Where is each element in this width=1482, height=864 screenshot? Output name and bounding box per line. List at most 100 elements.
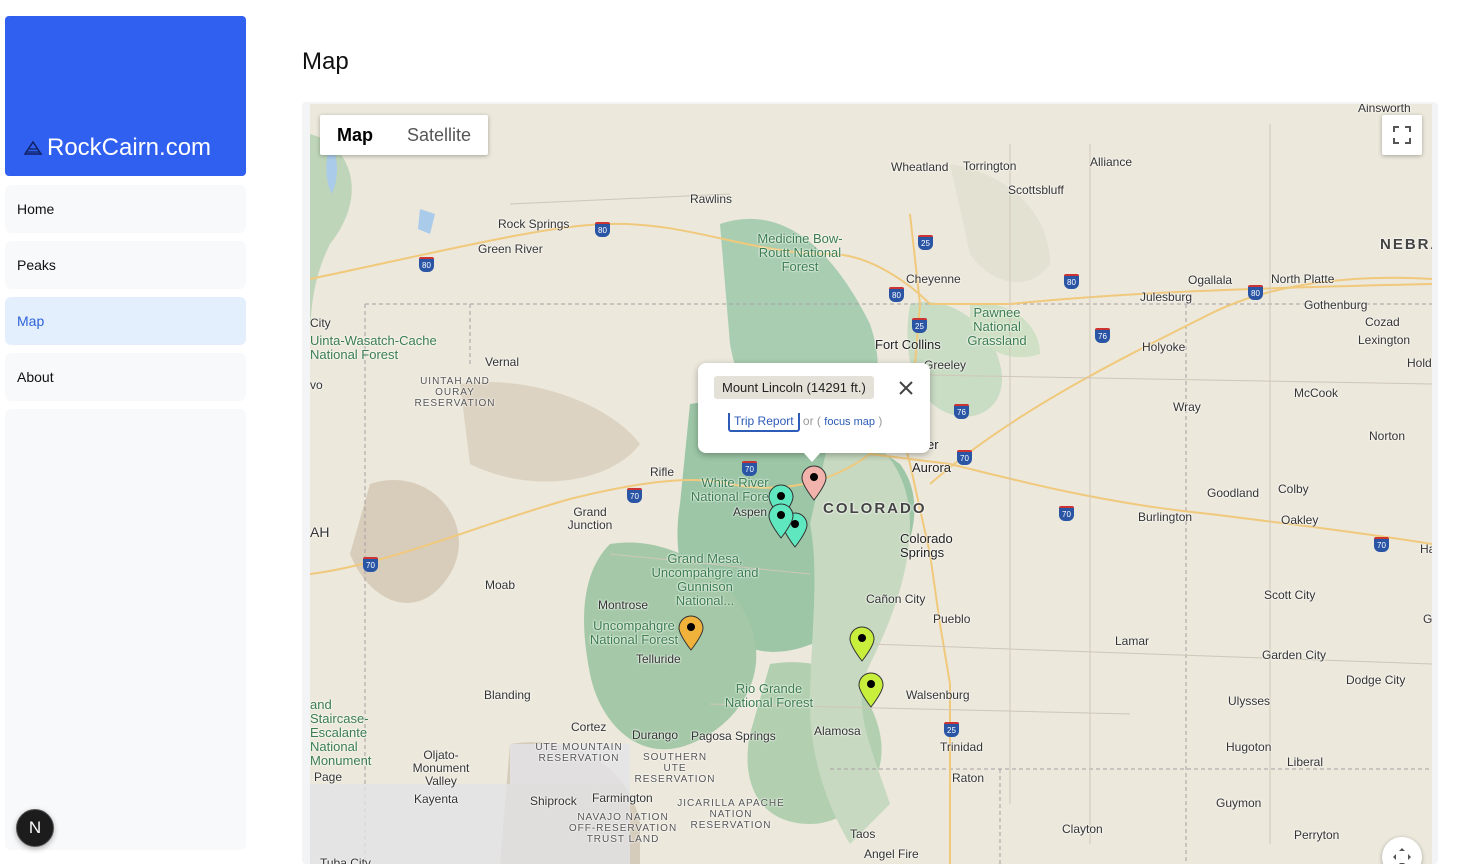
reservation-label: UTE MOUNTAIN RESERVATION (535, 742, 623, 764)
place-label: Oakley (1281, 513, 1319, 527)
info-window-title: Mount Lincoln (14291 ft.) (714, 376, 874, 399)
highway-shield: 80 (419, 257, 434, 272)
or-text: or ( (802, 414, 821, 428)
highway-shield: 80 (889, 287, 904, 302)
monument-label: and Staircase-Escalante National Monumen… (310, 697, 372, 768)
reservation-label: JICARILLA APACHE NATION RESERVATION (677, 798, 785, 831)
place-label: Rawlins (690, 192, 733, 206)
highway-shield: 80 (595, 222, 610, 237)
highway-shield: 70 (1059, 506, 1074, 521)
state-label: AH (310, 524, 330, 540)
place-label: Garden City (1262, 648, 1327, 662)
highway-shield: 80 (1064, 274, 1079, 289)
place-label: Liberal (1287, 755, 1324, 769)
place-label: Torrington (963, 159, 1017, 173)
nav-map[interactable]: Map (5, 297, 246, 345)
place-label: Ha (1420, 542, 1432, 556)
place-label: Ulysses (1228, 694, 1271, 708)
sidebar-panel (5, 409, 246, 850)
place-label: Alliance (1090, 155, 1133, 169)
highway-shield: 25 (912, 318, 927, 333)
place-label: Aspen (733, 505, 768, 519)
nav-home[interactable]: Home (5, 185, 246, 233)
place-label: Page (314, 770, 343, 784)
fullscreen-icon (1393, 126, 1411, 144)
map-type-map[interactable]: Map (320, 115, 390, 155)
place-label: Lamar (1115, 634, 1150, 648)
nav-peaks[interactable]: Peaks (5, 241, 246, 289)
trip-report-button[interactable]: Trip Report (728, 413, 800, 432)
place-label: Ainsworth (1358, 104, 1411, 115)
place-label: Pagosa Springs (691, 729, 776, 743)
place-label: Oljato-Monument Valley (412, 748, 470, 788)
close-icon[interactable] (898, 380, 914, 396)
close-paren-text: ) (878, 414, 883, 428)
map-canvas[interactable]: 80 80 25 80 80 80 25 76 76 70 70 70 70 7… (310, 104, 1432, 864)
place-label: Blanding (484, 688, 531, 702)
place-label: Rock Springs (498, 217, 570, 231)
peak-marker-pin[interactable] (849, 626, 875, 662)
place-label: City (310, 316, 331, 330)
place-label: Lexington (1358, 333, 1411, 347)
brand-banner[interactable]: RockCairn.com (5, 16, 246, 176)
peak-marker-pin[interactable] (768, 503, 794, 539)
state-label: COLORADO (823, 500, 927, 517)
place-label: Wheatland (891, 160, 949, 174)
page-title: Map (302, 48, 349, 75)
map-type-satellite[interactable]: Satellite (390, 115, 488, 155)
brand-name: RockCairn.com (47, 134, 212, 161)
highway-shield: 76 (1095, 328, 1110, 343)
peak-marker-pin[interactable] (801, 465, 827, 501)
place-label: Wray (1173, 400, 1201, 414)
place-label: North Platte (1271, 272, 1335, 286)
place-label: Durango (632, 728, 679, 742)
focus-map-link[interactable]: focus map (824, 416, 875, 428)
place-label: Guymon (1216, 796, 1262, 810)
place-label: Goodland (1207, 486, 1260, 500)
place-label: Burlington (1138, 510, 1193, 524)
place-label: Clayton (1062, 822, 1103, 836)
place-label: Julesburg (1140, 290, 1193, 304)
info-window-links: Trip Report or ( focus map ) (728, 413, 882, 432)
place-label: vo (310, 378, 323, 392)
place-label: Holyoke (1142, 340, 1186, 354)
highway-shield: 80 (1248, 285, 1263, 300)
place-label: Colby (1278, 482, 1309, 496)
place-label: McCook (1294, 386, 1339, 400)
place-label: Holdr (1407, 356, 1432, 370)
highway-shield: 70 (363, 557, 378, 572)
place-label: Greeley (924, 358, 967, 372)
forest-label: Medicine Bow-Routt National Forest (757, 231, 843, 274)
reservation-label: NAVAJO NATION OFF-RESERVATION TRUST LAND (568, 812, 678, 845)
place-label: Montrose (598, 598, 649, 612)
place-label: Dodge City (1346, 673, 1406, 687)
city-label: Aurora (912, 460, 952, 475)
peak-marker-pin[interactable] (678, 615, 704, 651)
place-label: Trinidad (940, 740, 983, 754)
reservation-label: SOUTHERN UTE RESERVATION (634, 752, 716, 785)
nav-about[interactable]: About (5, 353, 246, 401)
forest-label: Uinta-Wasatch-Cache National Forest (310, 333, 437, 362)
place-label: Telluride (636, 652, 681, 666)
place-label: Pueblo (933, 612, 971, 626)
highway-shield: 70 (742, 461, 757, 476)
peak-marker-pin[interactable] (858, 672, 884, 708)
cairn-icon (23, 140, 43, 155)
state-label: NEBRA (1380, 236, 1432, 253)
city-label: Fort Collins (875, 337, 941, 352)
dev-tools-badge[interactable]: N (16, 809, 54, 847)
badge-letter: N (28, 818, 42, 837)
camera-move-icon (1393, 848, 1411, 864)
map-type-control: Map Satellite (320, 115, 489, 155)
fullscreen-button[interactable] (1382, 115, 1422, 155)
place-label: Alamosa (814, 724, 861, 738)
place-label: Kayenta (414, 792, 459, 806)
place-label: Scottsbluff (1008, 183, 1064, 197)
place-label: Norton (1369, 429, 1406, 443)
place-label: Shiprock (530, 794, 577, 808)
highway-shield: 70 (1374, 537, 1389, 552)
highway-shield: 70 (957, 450, 972, 465)
place-label: Angel Fire (864, 847, 919, 861)
place-label: Tuba City (320, 856, 371, 864)
place-label: Moab (485, 578, 516, 592)
